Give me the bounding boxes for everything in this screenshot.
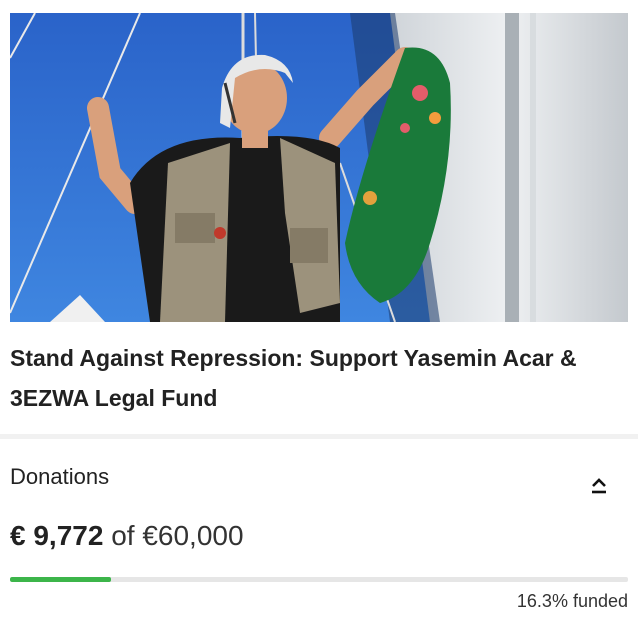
campaign-title[interactable]: Stand Against Repression: Support Yasemi… (10, 338, 620, 418)
donations-label: Donations (10, 464, 110, 489)
amount-goal: of €60,000 (111, 520, 244, 551)
amount-raised: € 9,772 (10, 520, 104, 551)
campaign-card: Stand Against Repression: Support Yasemi… (0, 0, 638, 638)
campaign-photo-image (10, 13, 628, 322)
chevron-up-icon[interactable] (588, 474, 610, 496)
section-divider (0, 434, 638, 439)
funding-progress-bar (10, 577, 628, 582)
funding-progress-fill (10, 577, 111, 582)
campaign-photo[interactable] (10, 13, 628, 322)
funded-percentage: 16.3% funded (516, 591, 628, 611)
donations-header[interactable]: Donations (10, 462, 628, 496)
donation-amount: € 9,772 of €60,000 (10, 520, 244, 552)
